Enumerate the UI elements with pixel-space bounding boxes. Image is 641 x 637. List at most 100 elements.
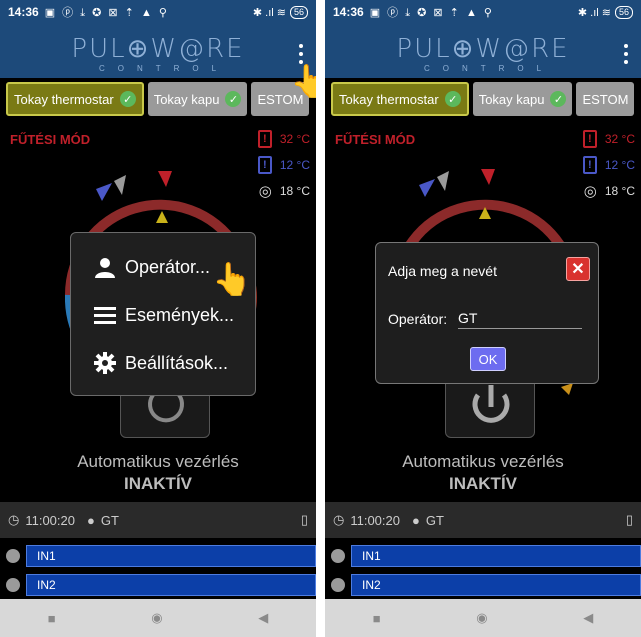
list-icon bbox=[93, 303, 117, 327]
overflow-menu-icon[interactable] bbox=[623, 44, 629, 64]
check-icon: ✓ bbox=[550, 91, 567, 107]
status-right: ✱ .ıl ≋ 56 bbox=[252, 5, 308, 19]
tab-label: ESTOM bbox=[582, 91, 629, 107]
back-icon[interactable]: ◀ bbox=[258, 610, 268, 626]
notification-icons: ▣ ⓟ ⤓ ✪ ⊠ ⇡ ▲ ⚲ bbox=[44, 7, 169, 19]
recents-icon[interactable]: ■ bbox=[373, 611, 381, 626]
tab-tokay-kapu[interactable]: Tokay kapu ✓ bbox=[147, 82, 248, 116]
min-marker-icon bbox=[96, 183, 112, 201]
screen-menu-open: 14:36 ▣ ⓟ ⤓ ✪ ⊠ ⇡ ▲ ⚲ ✱ .ıl ≋ 56 PUL⊕W@R… bbox=[0, 0, 316, 637]
menu-item-label: Operátor... bbox=[125, 256, 211, 277]
io-bar-in2[interactable]: IN2 bbox=[26, 574, 316, 596]
device-tabs: Tokay thermostar ✓ Tokay kapu ✓ ESTOM bbox=[6, 82, 316, 118]
home-icon[interactable]: ◉ bbox=[476, 610, 487, 626]
operator-name-input[interactable] bbox=[458, 307, 582, 329]
tab-label: Tokay thermostar bbox=[14, 91, 114, 107]
tap-hand-icon: 👆 bbox=[290, 63, 316, 99]
person-icon bbox=[93, 255, 117, 279]
setpoint-marker-icon bbox=[156, 211, 168, 223]
menu-item-settings[interactable]: Beállítások... bbox=[93, 351, 228, 375]
io-bar-in1[interactable]: IN1 bbox=[26, 545, 316, 567]
io-row-in2: IN2 bbox=[6, 574, 316, 596]
current-marker-icon bbox=[437, 171, 449, 191]
operator-field-label: Operátor: bbox=[388, 311, 448, 327]
check-icon: ✓ bbox=[119, 91, 136, 107]
battery-icon: 56 bbox=[289, 5, 308, 19]
heating-mode-label: FŰTÉSI MÓD bbox=[335, 132, 416, 147]
check-icon: ✓ bbox=[444, 91, 461, 107]
io-row-in1: IN1 bbox=[331, 545, 641, 567]
max-temp-value: 32 °C bbox=[604, 132, 635, 146]
current-marker-icon bbox=[114, 175, 126, 195]
max-temp-row: ! 32 °C bbox=[582, 130, 635, 148]
info-bar: ◷ 11:00:20 ● GT ▯ bbox=[325, 502, 641, 538]
min-marker-icon bbox=[419, 179, 435, 197]
signal-icons: ✱ .ıl ≋ bbox=[252, 6, 286, 19]
max-temp-value: 32 °C bbox=[279, 132, 310, 146]
app-logo: PUL⊕W@RE bbox=[71, 34, 245, 64]
io-status-dot bbox=[6, 549, 20, 563]
status-time: 14:36 bbox=[333, 5, 364, 19]
app-logo: PUL⊕W@RE bbox=[396, 34, 570, 64]
menu-item-operator[interactable]: Operátor... bbox=[93, 255, 210, 279]
battery-icon: 56 bbox=[614, 5, 633, 19]
auto-control-state: INAKTÍV bbox=[124, 474, 192, 493]
status-bar: 14:36 ▣ ⓟ ⤓ ✪ ⊠ ⇡ ▲ ⚲ ✱ .ıl ≋ 56 bbox=[0, 0, 316, 24]
max-temp-icon: ! bbox=[257, 130, 272, 148]
io-status-dot bbox=[331, 578, 345, 592]
screen-operator-dialog: 14:36 ▣ ⓟ ⤓ ✪ ⊠ ⇡ ▲ ⚲ ✱ .ıl ≋ 56 PUL⊕W@R… bbox=[325, 0, 641, 637]
auto-control-label: Automatikus vezérlés bbox=[77, 452, 239, 471]
operator-dialog: Adja meg a nevét ✕ Operátor: OK bbox=[375, 242, 599, 384]
tap-hand-icon: 👆 bbox=[212, 261, 252, 297]
notification-icons: ▣ ⓟ ⤓ ✪ ⊠ ⇡ ▲ ⚲ bbox=[369, 7, 494, 19]
home-icon[interactable]: ◉ bbox=[151, 610, 162, 626]
io-row-in2: IN2 bbox=[331, 574, 641, 596]
info-time: 11:00:20 bbox=[350, 512, 400, 528]
io-row-in1: IN1 bbox=[6, 545, 316, 567]
max-marker-icon bbox=[481, 169, 495, 185]
tab-tokay-kapu[interactable]: Tokay kapu ✓ bbox=[472, 82, 573, 116]
info-user: GT bbox=[425, 512, 444, 528]
tab-label: Tokay kapu bbox=[153, 91, 220, 107]
io-status-dot bbox=[331, 549, 345, 563]
status-time: 14:36 bbox=[8, 5, 39, 19]
system-nav-bar: ■ ◉ ◀ bbox=[325, 599, 641, 637]
device-icon[interactable]: ▯ bbox=[301, 512, 308, 528]
io-bar-in1[interactable]: IN1 bbox=[351, 545, 641, 567]
recents-icon[interactable]: ■ bbox=[48, 611, 56, 626]
tab-label: Tokay thermostar bbox=[339, 91, 439, 107]
info-time: 11:00:20 bbox=[25, 512, 75, 528]
menu-item-label: Beállítások... bbox=[125, 352, 229, 373]
dialog-title: Adja meg a nevét bbox=[388, 263, 497, 279]
device-icon[interactable]: ▯ bbox=[626, 512, 633, 528]
ok-button[interactable]: OK bbox=[470, 347, 506, 371]
info-bar: ◷ 11:00:20 ● GT ▯ bbox=[0, 502, 316, 538]
popup-menu: Operátor... Események... Beállítások... bbox=[70, 232, 256, 396]
back-icon[interactable]: ◀ bbox=[583, 610, 593, 626]
menu-item-label: Események... bbox=[125, 304, 235, 325]
menu-item-events[interactable]: Események... bbox=[93, 303, 234, 327]
close-icon[interactable]: ✕ bbox=[566, 257, 590, 281]
tab-tokay-thermostar[interactable]: Tokay thermostar ✓ bbox=[331, 82, 469, 116]
user-icon: ● bbox=[411, 512, 420, 528]
tab-tokay-thermostar[interactable]: Tokay thermostar ✓ bbox=[6, 82, 144, 116]
auto-control-label: Automatikus vezérlés bbox=[402, 452, 564, 471]
app-logo-sub: CONTROL bbox=[423, 64, 555, 73]
status-bar: 14:36 ▣ ⓟ ⤓ ✪ ⊠ ⇡ ▲ ⚲ ✱ .ıl ≋ 56 bbox=[325, 0, 641, 24]
gear-icon bbox=[93, 351, 117, 375]
info-user: GT bbox=[100, 512, 119, 528]
clock-icon: ◷ bbox=[333, 512, 345, 527]
check-icon: ✓ bbox=[225, 91, 242, 107]
max-marker-icon bbox=[158, 171, 172, 187]
app-logo-sub: CONTROL bbox=[98, 64, 230, 73]
clock-icon: ◷ bbox=[8, 512, 20, 527]
auto-control-state: INAKTÍV bbox=[449, 474, 517, 493]
io-bar-in2[interactable]: IN2 bbox=[351, 574, 641, 596]
app-bar: PUL⊕W@RE CONTROL bbox=[325, 24, 641, 78]
device-tabs: Tokay thermostar ✓ Tokay kapu ✓ ESTOM bbox=[331, 82, 641, 118]
system-nav-bar: ■ ◉ ◀ bbox=[0, 599, 316, 637]
max-temp-icon: ! bbox=[582, 130, 597, 148]
app-bar: PUL⊕W@RE CONTROL bbox=[0, 24, 316, 78]
tab-estom[interactable]: ESTOM bbox=[576, 82, 635, 116]
overflow-menu-icon[interactable] bbox=[298, 44, 304, 64]
